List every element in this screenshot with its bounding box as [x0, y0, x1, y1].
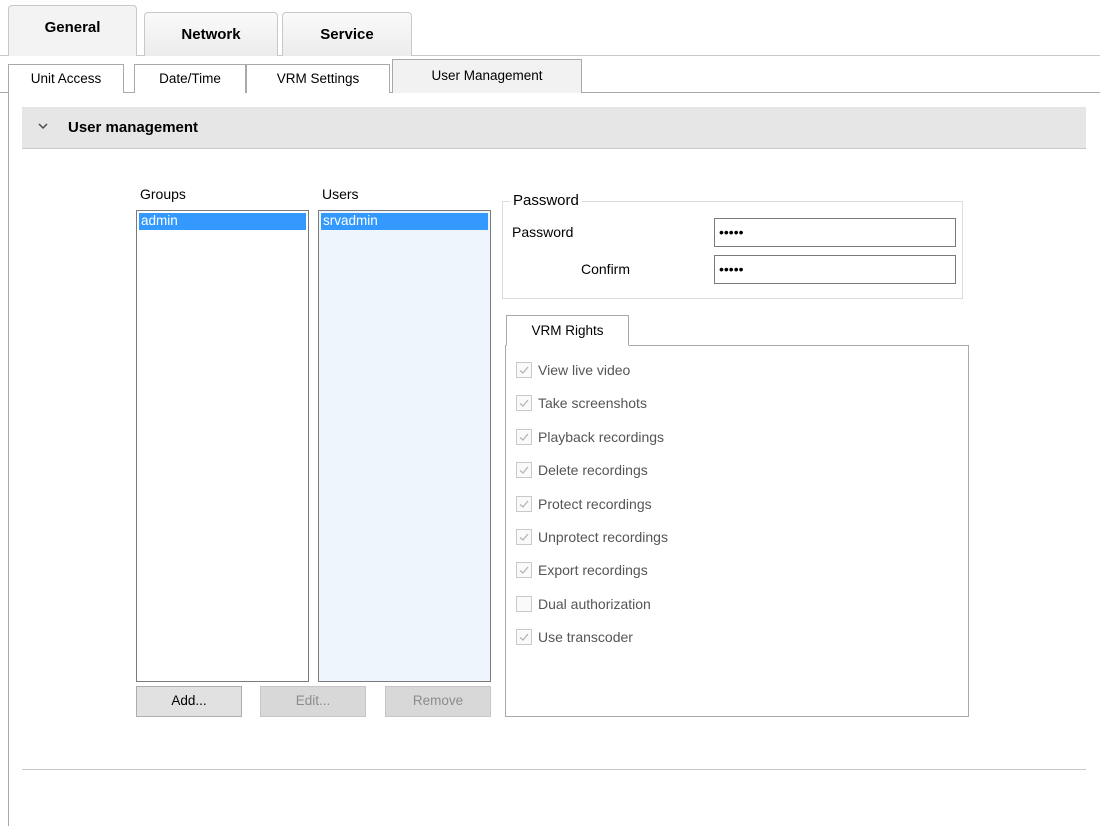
users-label: Users — [322, 186, 359, 202]
checkbox-checked-icon[interactable] — [516, 529, 532, 545]
rights-checkbox-label: Take screenshots — [538, 395, 647, 412]
tab-unit-access[interactable]: Unit Access — [8, 64, 124, 93]
checkbox-unchecked-icon[interactable] — [516, 595, 532, 612]
remove-button[interactable]: Remove — [385, 686, 491, 717]
rights-checkbox-label: Protect recordings — [538, 495, 652, 512]
tab-general[interactable]: General — [8, 5, 137, 56]
checkbox-checked-icon[interactable] — [516, 395, 532, 412]
rights-checkbox-row[interactable]: Take screenshots — [516, 393, 647, 413]
rights-checkbox-label: Delete recordings — [538, 462, 648, 479]
password-group — [502, 201, 963, 299]
rights-checkbox-row[interactable]: Protect recordings — [516, 494, 652, 514]
bottom-separator — [22, 769, 1086, 770]
chevron-down-icon — [36, 119, 50, 133]
tab-network[interactable]: Network — [144, 12, 278, 56]
rights-checkbox-label: Playback recordings — [538, 428, 665, 445]
rights-checkbox-label: Use transcoder — [538, 629, 633, 646]
checkbox-checked-icon[interactable] — [516, 562, 532, 579]
add-button[interactable]: Add... — [136, 686, 242, 717]
checkbox-checked-icon[interactable] — [516, 428, 532, 445]
rights-checkbox-row[interactable]: View live video — [516, 360, 630, 380]
rights-checkbox-row[interactable]: Use transcoder — [516, 627, 633, 647]
vrm-rights-panel: View live video Take screenshots Playback … — [505, 345, 969, 717]
checkbox-checked-icon[interactable] — [516, 362, 532, 378]
rights-checkbox-label: View live video — [538, 362, 631, 378]
tab-date-time-label: Date/Time — [159, 71, 221, 86]
list-item[interactable]: admin — [139, 213, 306, 230]
groups-list[interactable]: admin — [136, 210, 309, 682]
panel-left-border — [8, 92, 9, 826]
confirm-password-field[interactable]: ••••• — [714, 255, 956, 284]
section-header[interactable]: User management — [22, 107, 1086, 149]
rights-checkbox-label: Export recordings — [538, 562, 648, 579]
rights-checkbox-row[interactable]: Playback recordings — [516, 427, 664, 447]
rights-checkbox-row[interactable]: Delete recordings — [516, 460, 648, 480]
tab-service[interactable]: Service — [282, 12, 412, 56]
password-group-title: Password — [510, 192, 582, 209]
tab-user-management-label: User Management — [431, 68, 543, 83]
rights-checkbox-row[interactable]: Dual authorization — [516, 594, 651, 614]
tab-vrm-settings-label: VRM Settings — [276, 71, 360, 86]
groups-label: Groups — [140, 186, 186, 202]
checkbox-checked-icon[interactable] — [516, 462, 532, 479]
tab-network-label: Network — [181, 26, 241, 43]
users-list[interactable]: srvadmin — [318, 210, 491, 682]
rights-checkbox-row[interactable]: Export recordings — [516, 560, 648, 580]
checkbox-checked-icon[interactable] — [516, 495, 532, 512]
tab-unit-access-label: Unit Access — [30, 71, 102, 86]
tab-vrm-rights-label: VRM Rights — [531, 323, 604, 338]
rights-checkbox-label: Unprotect recordings — [538, 529, 668, 545]
list-item[interactable]: srvadmin — [321, 213, 488, 230]
tab-vrm-rights[interactable]: VRM Rights — [506, 315, 629, 346]
section-title: User management — [68, 119, 199, 136]
password-label: Password — [512, 224, 574, 240]
checkbox-checked-icon[interactable] — [516, 629, 532, 646]
tab-service-label: Service — [320, 26, 374, 43]
edit-button[interactable]: Edit... — [260, 686, 366, 717]
tab-date-time[interactable]: Date/Time — [134, 64, 246, 93]
tab-vrm-settings[interactable]: VRM Settings — [246, 64, 390, 93]
tab-user-management[interactable]: User Management — [392, 59, 582, 93]
rights-checkbox-label: Dual authorization — [538, 595, 651, 612]
rights-checkbox-row[interactable]: Unprotect recordings — [516, 527, 668, 547]
tab-general-label: General — [44, 19, 101, 36]
password-field[interactable]: ••••• — [714, 218, 956, 247]
confirm-label: Confirm — [581, 261, 631, 277]
